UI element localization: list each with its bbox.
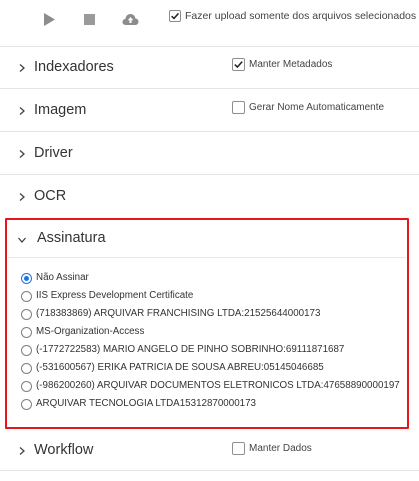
stop-icon xyxy=(83,13,95,25)
section-imagem[interactable]: Imagem Gerar Nome Automaticamente xyxy=(0,88,419,132)
section-ocr[interactable]: OCR xyxy=(0,174,419,219)
chevron-right-icon xyxy=(19,447,25,455)
cloud-upload-icon xyxy=(122,13,138,25)
checkmark-icon xyxy=(171,12,180,20)
section-title-indexadores: Indexadores xyxy=(34,59,114,75)
section-title-ocr: OCR xyxy=(34,188,67,204)
section-title-driver: Driver xyxy=(34,145,73,161)
assinatura-highlight-box xyxy=(5,218,409,429)
upload-only-selected-checkbox[interactable] xyxy=(169,10,181,22)
section-driver[interactable]: Driver xyxy=(0,131,419,175)
manter-metadados-checkbox[interactable] xyxy=(232,58,245,71)
cloud-upload-button[interactable] xyxy=(121,10,139,28)
manter-dados-checkbox[interactable] xyxy=(232,442,245,455)
play-button[interactable] xyxy=(40,10,58,28)
upload-only-selected-label: Fazer upload somente dos arquivos seleci… xyxy=(185,10,417,22)
section-workflow[interactable]: Workflow Manter Dados xyxy=(0,430,419,470)
manter-dados-label: Manter Dados xyxy=(249,443,312,454)
section-title-imagem: Imagem xyxy=(34,102,87,118)
gerar-nome-automaticamente-label: Gerar Nome Automaticamente xyxy=(249,102,385,113)
chevron-right-icon xyxy=(19,193,25,201)
section-indexadores[interactable]: Indexadores Manter Metadados xyxy=(0,46,419,89)
manter-metadados-label: Manter Metadados xyxy=(249,59,333,70)
gerar-nome-automaticamente-checkbox[interactable] xyxy=(232,101,245,114)
chevron-right-icon xyxy=(19,150,25,158)
toolbar: Fazer upload somente dos arquivos seleci… xyxy=(0,0,419,38)
stop-button[interactable] xyxy=(80,10,98,28)
chevron-right-icon xyxy=(19,107,25,115)
chevron-right-icon xyxy=(19,64,25,72)
play-icon xyxy=(44,12,55,26)
checkmark-icon xyxy=(234,61,243,69)
bottom-divider xyxy=(0,470,419,481)
section-title-workflow: Workflow xyxy=(34,442,94,458)
